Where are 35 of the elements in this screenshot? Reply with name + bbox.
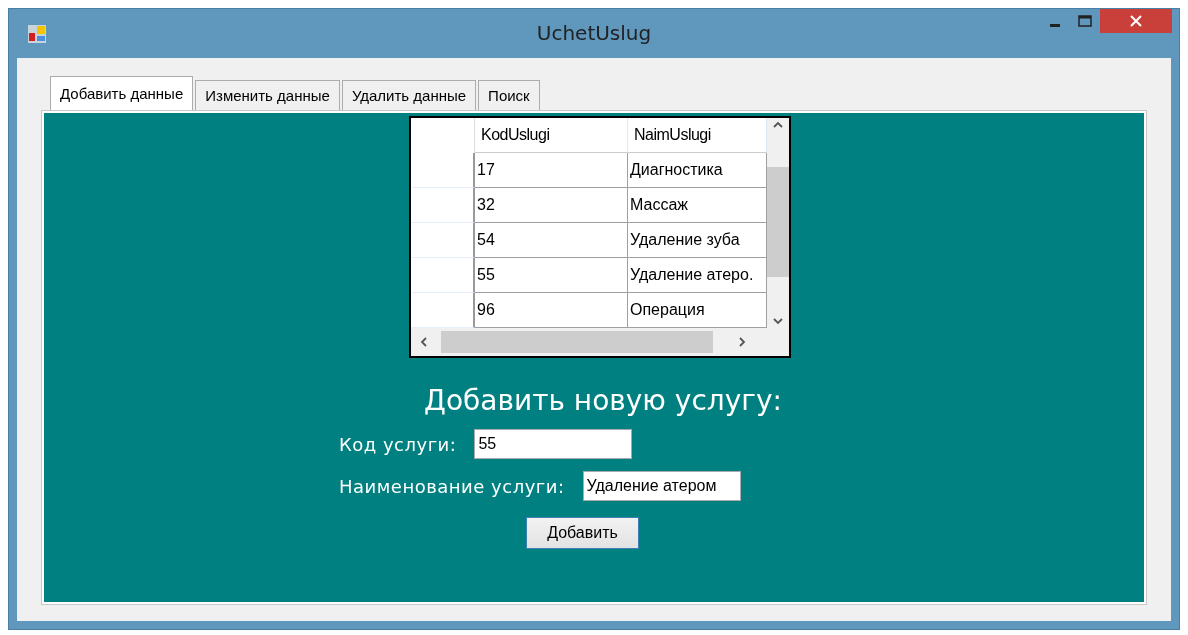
column-header[interactable]: KodUslugi (475, 118, 628, 153)
input-field[interactable]: Удаление атером (582, 471, 741, 501)
vertical-scrollbar[interactable] (767, 118, 789, 328)
tab[interactable]: Добавить данные (50, 76, 194, 110)
table-cell: 55 (475, 258, 628, 293)
row-header[interactable] (411, 153, 475, 188)
tab[interactable]: Поиск (478, 80, 540, 110)
app-icon (27, 23, 47, 44)
horizontal-scrollbar[interactable] (411, 328, 789, 356)
close-icon (1130, 15, 1142, 27)
window-title: UchetUslug (536, 21, 652, 45)
table-cell: 54 (475, 223, 628, 258)
column-header[interactable]: NaimUslugi (628, 118, 767, 153)
table-cell: Массаж (628, 188, 767, 223)
tab[interactable]: Изменить данные (195, 80, 340, 110)
scroll-thumb[interactable] (441, 331, 713, 353)
form-heading: Добавить новую услугу: (424, 384, 783, 417)
tab[interactable]: Удалить данные (341, 80, 477, 110)
table-cell: 32 (475, 188, 628, 223)
row-header[interactable] (411, 188, 475, 223)
row-header[interactable] (411, 223, 475, 258)
table-cell: Диагностика (628, 153, 767, 188)
table-cell: Удаление атеро. (628, 258, 767, 293)
minimize-icon (1050, 23, 1060, 27)
maximize-icon (1078, 15, 1092, 27)
table-cell: 17 (475, 153, 628, 188)
add-button[interactable]: Добавить (526, 517, 639, 549)
row-header[interactable] (411, 258, 475, 293)
row-header[interactable] (411, 293, 475, 328)
field-label: Наименование услуги: (339, 475, 565, 497)
close-button[interactable] (1100, 9, 1172, 33)
table-cell: Удаление зуба (628, 223, 767, 258)
scroll-thumb[interactable] (767, 167, 789, 277)
input-field[interactable]: 55 (474, 429, 633, 459)
field-label: Код услуги: (339, 433, 457, 455)
